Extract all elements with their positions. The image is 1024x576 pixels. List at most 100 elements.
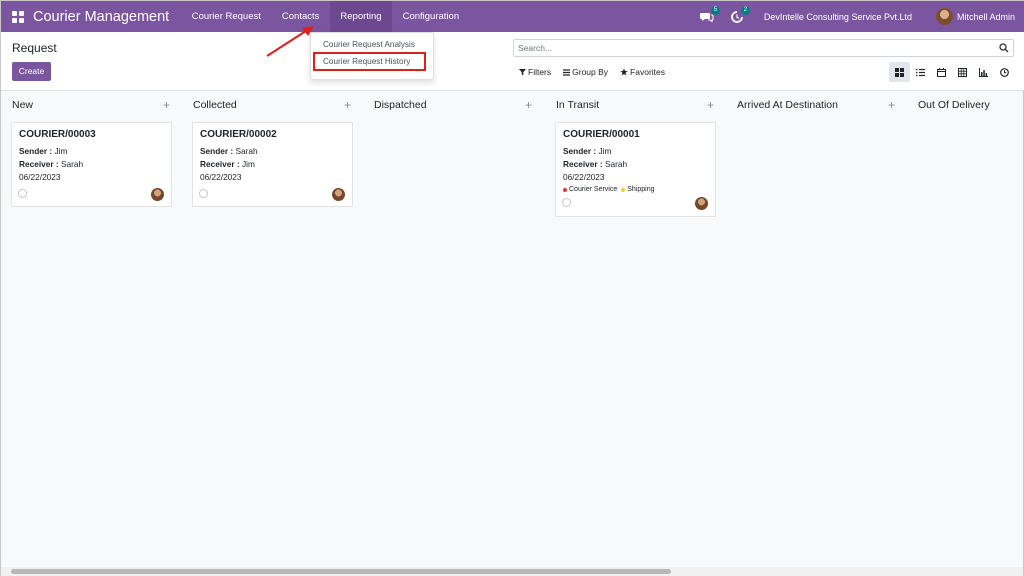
card-date: 06/22/2023 [563,172,605,182]
kanban-column-dispatched: Dispatched + [363,91,534,569]
filters-label: Filters [528,67,552,77]
kanban-column-in-transit: In Transit + COURIER/00001 Sender : Jim … [545,91,716,569]
pivot-view-button[interactable] [952,62,973,82]
navbar-systray: 5 2 DevIntelle Consulting Service Pvt.Lt… [699,1,1024,32]
kanban-view-button[interactable] [889,62,910,82]
card-reference: COURIER/00001 [563,129,640,140]
card-tags: Courier Service Shipping [563,186,708,193]
activity-clock-icon[interactable]: 2 [730,5,750,24]
group-by-button[interactable]: Group By [563,67,608,77]
kanban-column-out-of-delivery: Out Of Delivery [907,91,1024,569]
tag-color-dot [563,187,567,192]
column-header: In Transit + [545,98,716,113]
card-footer [562,196,708,210]
user-avatar[interactable] [935,8,953,25]
activity-view-button[interactable] [994,62,1015,82]
control-panel: Request Create Filters Group By Favorite… [1,32,1024,91]
quick-create-plus-icon[interactable]: + [888,98,895,112]
card-footer [18,187,164,201]
apps-menu-icon[interactable] [12,10,24,23]
kanban-card[interactable]: COURIER/00002 Sender : Sarah Receiver : … [192,122,353,207]
quick-create-plus-icon[interactable]: + [344,98,351,112]
card-date: 06/22/2023 [200,172,242,182]
company-switcher[interactable]: DevIntelle Consulting Service Pvt.Ltd [764,12,912,22]
column-header: New + [1,98,172,113]
column-title: In Transit [556,99,600,111]
favorites-label: Favorites [630,67,666,77]
kanban-column-collected: Collected + COURIER/00002 Sender : Sarah… [182,91,353,569]
card-sender: Sender : Jim [19,146,68,156]
card-sender: Sender : Sarah [200,146,258,156]
column-header: Arrived At Destination + [726,98,897,113]
column-title: Collected [193,99,237,111]
app-brand[interactable]: Courier Management [33,9,169,25]
menu-courier-request[interactable]: Courier Request [181,11,271,22]
star-icon [620,68,628,76]
column-title: New [12,99,34,111]
tag-courier-service: Courier Service [563,186,617,193]
column-header: Dispatched + [363,98,534,113]
group-by-icon [563,68,571,76]
tag-shipping: Shipping [621,186,655,193]
card-receiver: Receiver : Jim [200,159,255,169]
calendar-view-button[interactable] [931,62,952,82]
assignee-avatar [332,188,345,201]
kanban-board: New + COURIER/00003 Sender : Jim Receive… [1,91,1024,569]
activities-badge: 2 [740,5,750,15]
create-button[interactable]: Create [12,62,51,81]
card-receiver: Receiver : Sarah [19,159,84,169]
assignee-avatar [695,197,708,210]
activity-status-icon[interactable] [18,189,27,198]
activity-status-icon[interactable] [199,189,208,198]
column-title: Out Of Delivery [918,99,990,111]
page-title: Request [12,41,57,55]
menu-reporting[interactable]: Reporting [329,1,393,32]
table-icon [958,67,967,77]
card-reference: COURIER/00003 [19,129,96,140]
bar-chart-icon [979,67,988,77]
kanban-card[interactable]: COURIER/00001 Sender : Jim Receiver : Sa… [555,122,716,217]
clock-icon [1000,67,1009,77]
filters-button[interactable]: Filters [519,67,551,77]
search-bar [513,39,1014,57]
annotation-arrow-icon [266,26,314,57]
menu-configuration[interactable]: Configuration [392,11,470,22]
kanban-card[interactable]: COURIER/00003 Sender : Jim Receiver : Sa… [11,122,172,207]
quick-create-plus-icon[interactable]: + [707,98,714,112]
messages-icon[interactable]: 5 [699,5,720,24]
graph-view-button[interactable] [973,62,994,82]
list-view-icon [916,68,925,76]
kanban-column-arrived-at-destination: Arrived At Destination + [726,91,897,569]
top-navbar: Courier Management Courier Request Conta… [1,1,1024,32]
kanban-view-icon [895,67,904,77]
group-by-label: Group By [572,67,609,77]
favorites-button[interactable]: Favorites [620,67,665,77]
menu-courier-request-history[interactable]: Courier Request History [313,52,426,71]
user-menu[interactable]: Mitchell Admin [957,12,1015,22]
filter-icon [519,68,526,75]
list-view-button[interactable] [910,62,931,82]
horizontal-scrollbar[interactable] [1,567,1023,576]
column-header: Collected + [182,98,353,113]
quick-create-plus-icon[interactable]: + [163,98,170,112]
menu-courier-request-analysis[interactable]: Courier Request Analysis [311,38,433,51]
search-icon[interactable] [999,43,1009,53]
quick-create-plus-icon[interactable]: + [525,98,532,112]
card-footer [199,187,345,201]
activity-status-icon[interactable] [562,198,571,207]
search-options: Filters Group By Favorites [519,67,665,77]
search-input[interactable] [514,40,984,56]
assignee-avatar [151,188,164,201]
view-switcher [889,62,1015,82]
column-header: Out Of Delivery [907,99,1024,113]
card-date: 06/22/2023 [19,172,61,182]
column-title: Arrived At Destination [737,99,838,111]
column-title: Dispatched [374,99,427,111]
kanban-column-new: New + COURIER/00003 Sender : Jim Receive… [1,91,172,569]
calendar-icon [937,67,946,77]
card-sender: Sender : Jim [563,146,612,156]
scrollbar-thumb[interactable] [11,569,671,574]
card-receiver: Receiver : Sarah [563,159,628,169]
tag-color-dot [621,187,626,192]
messages-badge: 5 [710,5,720,15]
